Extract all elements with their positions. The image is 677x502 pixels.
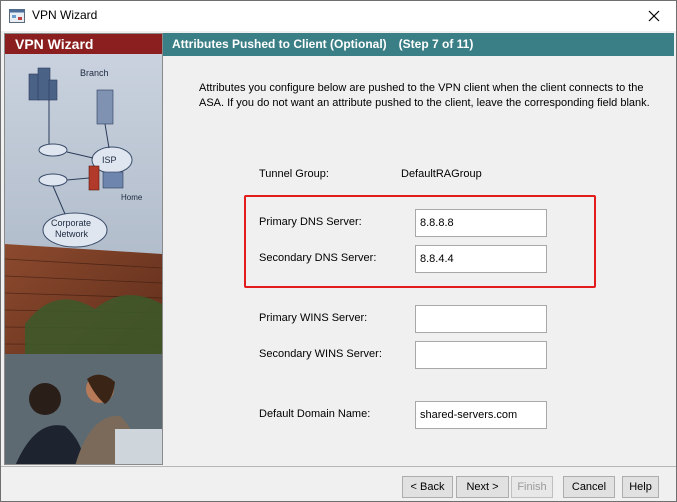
home-label: Home: [121, 193, 143, 202]
secondary-wins-label: Secondary WINS Server:: [259, 348, 382, 360]
branch-label: Branch: [80, 68, 109, 78]
network-illustration: Branch ISP Home Corporate Network: [5, 54, 162, 464]
corporate-label: Corporate: [51, 218, 91, 228]
close-icon: [648, 10, 660, 22]
dns-highlight-box: [244, 195, 596, 288]
next-button[interactable]: Next >: [456, 476, 509, 498]
wizard-side-panel: VPN Wizard Branch ISP Home Corporate Net…: [4, 33, 163, 465]
vpn-wizard-window: VPN Wizard VPN Wizard Branch ISP Home Co…: [0, 0, 677, 502]
tunnel-group-label: Tunnel Group:: [259, 168, 329, 180]
back-button[interactable]: < Back: [402, 476, 453, 498]
help-button[interactable]: Help: [622, 476, 659, 498]
primary-wins-input[interactable]: [415, 305, 547, 333]
cancel-button[interactable]: Cancel: [563, 476, 615, 498]
step-description: Attributes you configure below are pushe…: [199, 82, 650, 109]
isp-label: ISP: [102, 155, 117, 165]
finish-button[interactable]: Finish: [511, 476, 553, 498]
default-domain-label: Default Domain Name:: [259, 408, 371, 420]
default-domain-input[interactable]: [415, 401, 547, 429]
tunnel-group-value: DefaultRAGroup: [401, 168, 482, 180]
secondary-wins-input[interactable]: [415, 341, 547, 369]
side-panel-title: VPN Wizard: [5, 34, 162, 54]
button-bar-divider: [1, 466, 676, 467]
step-title: Attributes Pushed to Client (Optional): [172, 37, 387, 51]
network-label: Network: [55, 229, 89, 239]
primary-wins-label: Primary WINS Server:: [259, 312, 368, 324]
step-counter: (Step 7 of 11): [398, 37, 474, 51]
step-header: Attributes Pushed to Client (Optional) (S…: [163, 33, 674, 56]
app-icon: [9, 9, 25, 23]
close-button[interactable]: [632, 1, 676, 31]
window-title: VPN Wizard: [32, 8, 98, 22]
title-bar: VPN Wizard: [1, 1, 676, 31]
